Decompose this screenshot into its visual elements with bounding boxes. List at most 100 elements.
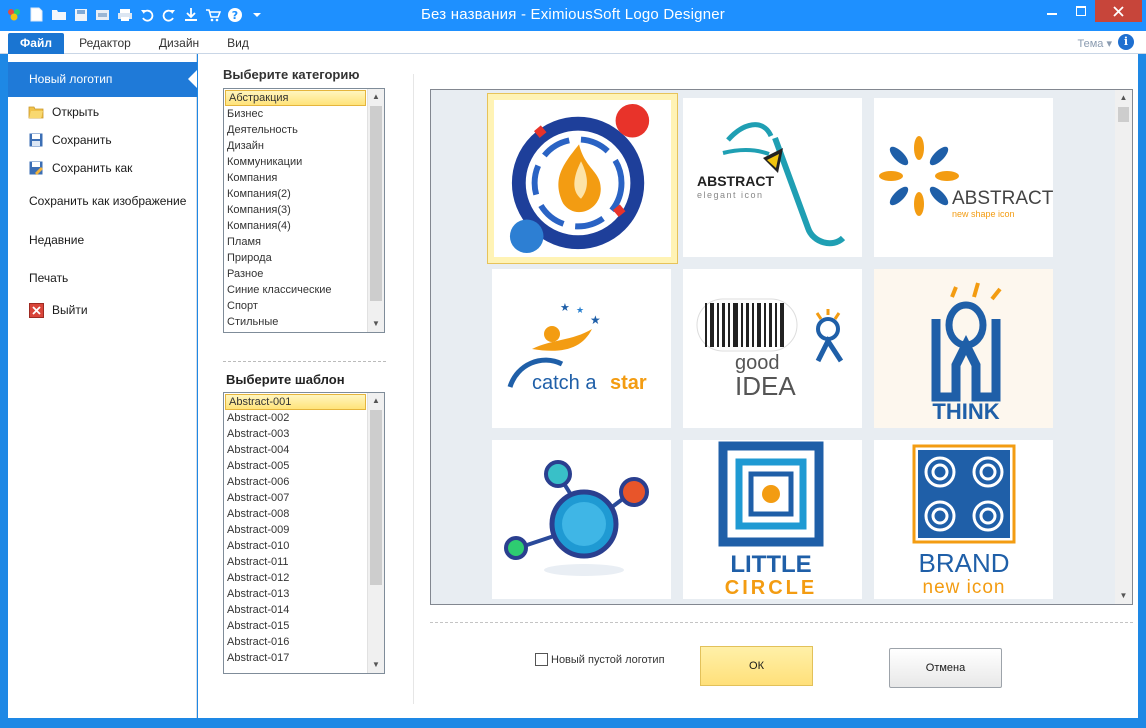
menu-print[interactable]: Печать — [8, 267, 197, 289]
scroll-up-icon[interactable]: ▲ — [1115, 90, 1132, 106]
category-item[interactable]: Абстракция — [225, 90, 366, 106]
maximize-icon — [1076, 6, 1086, 16]
tab-editor[interactable]: Редактор — [72, 33, 138, 54]
window-title: Без названия - EximiousSoft Logo Designe… — [421, 6, 725, 23]
logo-thumbnail[interactable] — [492, 440, 671, 599]
template-gallery: ABSTRACT elegant icon ABSTRACT new shape — [430, 89, 1133, 605]
menu-save-label: Сохранить — [52, 133, 112, 147]
close-icon — [1113, 5, 1124, 17]
template-item[interactable]: Abstract-013 — [224, 586, 366, 602]
template-item[interactable]: Abstract-007 — [224, 490, 366, 506]
logo-text-accent: star — [610, 372, 647, 394]
template-item[interactable]: Abstract-015 — [224, 618, 366, 634]
category-item[interactable]: Стильные — [224, 314, 366, 330]
logo-thumbnail[interactable]: ABSTRACT new shape icon — [874, 98, 1053, 257]
menu-open[interactable]: Открыть — [8, 101, 197, 123]
scroll-thumb[interactable] — [1118, 107, 1129, 122]
logo-text-main: THINK — [932, 399, 999, 424]
category-list[interactable]: Абстракция Бизнес Деятельность Дизайн Ко… — [223, 88, 385, 333]
menu-recent[interactable]: Недавние — [8, 229, 197, 251]
template-item[interactable]: Abstract-006 — [224, 474, 366, 490]
blank-logo-checkbox[interactable]: Новый пустой логотип — [535, 653, 665, 666]
ok-button[interactable]: ОК — [700, 646, 813, 686]
category-item[interactable]: Коммуникации — [224, 154, 366, 170]
scroll-down-icon[interactable]: ▼ — [1115, 588, 1132, 604]
category-item[interactable]: Деятельность — [224, 122, 366, 138]
save-as-icon — [28, 160, 44, 176]
template-item[interactable]: Abstract-005 — [224, 458, 366, 474]
logo-good-idea-icon: good IDEA — [696, 298, 844, 401]
scroll-thumb[interactable] — [370, 410, 382, 585]
selection-notch — [188, 70, 197, 88]
theme-selector[interactable]: Тема ▾ — [1078, 37, 1112, 50]
template-scrollbar[interactable]: ▲ ▼ — [367, 393, 384, 673]
logo-abstract-ring-icon — [509, 103, 650, 254]
category-item[interactable]: Дизайн — [224, 138, 366, 154]
category-item[interactable]: Синие классические — [224, 282, 366, 298]
new-logo-panel: Выберите категорию Абстракция Бизнес Дея… — [198, 54, 1138, 718]
logo-thumbnail[interactable]: ★ ★ ★ catch a star — [492, 269, 671, 428]
logo-little-circle-icon: LITTLE CIRCLE — [718, 441, 824, 599]
tab-design[interactable]: Дизайн — [150, 33, 208, 54]
logo-thumbnail[interactable] — [487, 93, 678, 264]
scroll-down-icon[interactable]: ▼ — [368, 316, 384, 332]
scroll-up-icon[interactable]: ▲ — [368, 393, 384, 409]
checkbox-box[interactable] — [535, 653, 548, 666]
template-item[interactable]: Abstract-002 — [224, 410, 366, 426]
template-item[interactable]: Abstract-016 — [224, 634, 366, 650]
template-item[interactable]: Abstract-011 — [224, 554, 366, 570]
menu-save-as-image[interactable]: Сохранить как изображение — [8, 190, 197, 212]
open-folder-icon — [28, 104, 44, 120]
category-item[interactable]: Пламя — [224, 234, 366, 250]
star-icon: ★ — [590, 313, 601, 327]
category-label: Выберите категорию — [223, 67, 360, 82]
scroll-down-icon[interactable]: ▼ — [368, 657, 384, 673]
tab-file[interactable]: Файл — [8, 33, 64, 54]
category-item[interactable]: Природа — [224, 250, 366, 266]
logo-thumbnail[interactable]: BRAND new icon — [874, 440, 1053, 599]
category-item[interactable]: Разное — [224, 266, 366, 282]
category-item[interactable]: Бизнес — [224, 106, 366, 122]
logo-text-sub: CIRCLE — [725, 577, 817, 599]
info-icon[interactable]: i — [1118, 34, 1134, 50]
template-item[interactable]: Abstract-012 — [224, 570, 366, 586]
template-item[interactable]: Abstract-010 — [224, 538, 366, 554]
template-list[interactable]: Abstract-001 Abstract-002 Abstract-003 A… — [223, 392, 385, 674]
logo-thumbnail[interactable]: THINK — [874, 269, 1053, 428]
category-scrollbar[interactable]: ▲ ▼ — [367, 89, 384, 332]
category-item[interactable]: Компания — [224, 170, 366, 186]
menu-new-logo[interactable]: Новый логотип — [8, 62, 197, 97]
template-item[interactable]: Abstract-003 — [224, 426, 366, 442]
scroll-up-icon[interactable]: ▲ — [368, 89, 384, 105]
tab-view[interactable]: Вид — [220, 33, 256, 54]
logo-text-main: BRAND — [918, 548, 1009, 578]
divider — [430, 622, 1133, 623]
cancel-button[interactable]: Отмена — [889, 648, 1002, 688]
template-item[interactable]: Abstract-009 — [224, 522, 366, 538]
template-item[interactable]: Abstract-017 — [224, 650, 366, 666]
menu-save[interactable]: Сохранить — [8, 129, 197, 151]
menu-exit-label: Выйти — [52, 303, 88, 317]
menu-exit[interactable]: Выйти — [8, 299, 197, 321]
category-item[interactable]: Компания(3) — [224, 202, 366, 218]
template-item[interactable]: Abstract-014 — [224, 602, 366, 618]
logo-catch-a-star-icon: ★ ★ ★ catch a star — [507, 302, 647, 394]
template-item[interactable]: Abstract-001 — [225, 394, 366, 410]
maximize-button[interactable] — [1067, 0, 1095, 22]
template-item[interactable]: Abstract-004 — [224, 442, 366, 458]
logo-thumbnail[interactable]: LITTLE CIRCLE — [683, 440, 862, 599]
category-item[interactable]: Спорт — [224, 298, 366, 314]
logo-abstract-elegant-icon: ABSTRACT elegant icon — [697, 122, 846, 247]
blank-logo-label: Новый пустой логотип — [551, 653, 665, 666]
minimize-button[interactable] — [1037, 0, 1067, 22]
logo-thumbnail[interactable]: ABSTRACT elegant icon — [683, 98, 862, 257]
scroll-thumb[interactable] — [370, 106, 382, 301]
template-item[interactable]: Abstract-008 — [224, 506, 366, 522]
menu-save-as[interactable]: Сохранить как — [8, 157, 197, 179]
category-item[interactable]: Компания(2) — [224, 186, 366, 202]
gallery-scrollbar[interactable]: ▲ ▼ — [1115, 90, 1132, 604]
star-icon: ★ — [576, 305, 584, 315]
logo-thumbnail[interactable]: good IDEA — [683, 269, 862, 428]
close-button[interactable] — [1095, 0, 1142, 22]
category-item[interactable]: Компания(4) — [224, 218, 366, 234]
